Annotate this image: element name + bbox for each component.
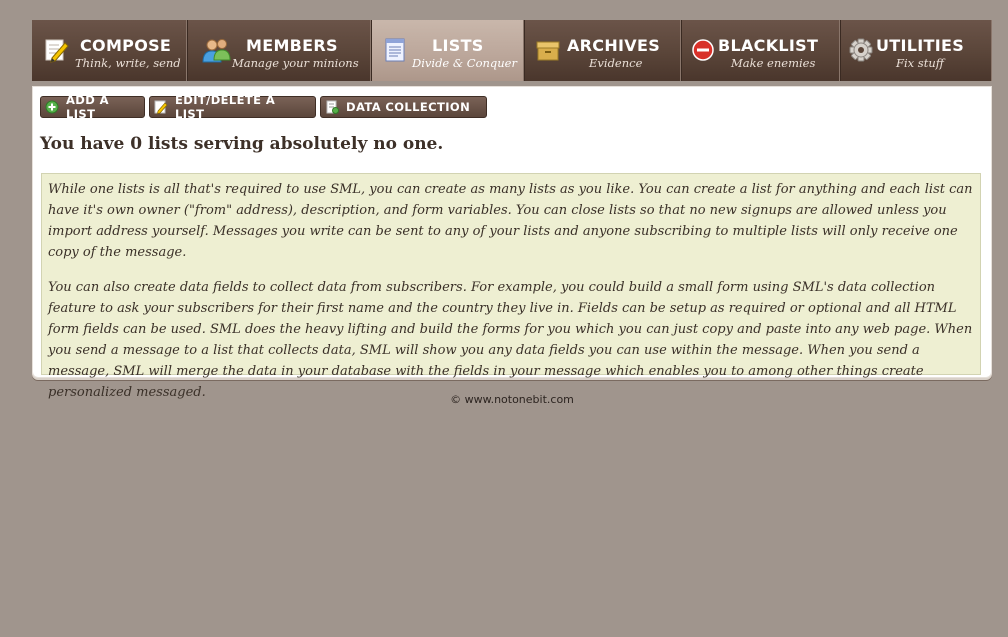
gear-icon <box>847 36 875 64</box>
tab-label: BLACKLIST <box>718 36 819 55</box>
tab-subtitle: Think, write, send <box>75 56 181 70</box>
main-nav: COMPOSE Think, write, send MEMBERS Manag… <box>32 20 992 81</box>
tab-members[interactable]: MEMBERS Manage your minions <box>187 20 371 81</box>
edit-delete-list-button[interactable]: EDIT/DELETE A LIST <box>149 93 316 121</box>
tab-subtitle: Evidence <box>589 56 643 70</box>
blacklist-icon <box>690 36 718 64</box>
tab-subtitle: Make enemies <box>731 56 816 70</box>
tab-label: UTILITIES <box>876 36 965 55</box>
tab-subtitle: Fix stuff <box>896 56 944 70</box>
app-container: COMPOSE Think, write, send MEMBERS Manag… <box>32 20 992 406</box>
edit-icon <box>154 100 168 114</box>
tab-subtitle: Divide & Conquer <box>412 56 517 70</box>
page-title: You have 0 lists serving absolutely no o… <box>40 134 444 154</box>
add-icon <box>45 100 59 114</box>
data-collection-icon <box>325 100 339 114</box>
tab-label: ARCHIVES <box>567 36 661 55</box>
copyright-footer: © www.notonebit.com <box>450 393 574 406</box>
info-paragraph: You can also create data fields to colle… <box>48 280 973 400</box>
tab-label: COMPOSE <box>80 36 172 55</box>
add-list-label: ADD A LIST <box>66 93 109 121</box>
data-collection-button[interactable]: DATA COLLECTION <box>320 96 487 118</box>
archives-icon <box>535 36 563 64</box>
tab-label: MEMBERS <box>246 36 338 55</box>
list-toolbar: ADD A LIST EDIT/DELETE A LIST DATA COLLE… <box>40 93 487 121</box>
tab-blacklist[interactable]: BLACKLIST Make enemies <box>681 20 840 81</box>
compose-icon <box>43 36 71 64</box>
data-collection-label: DATA COLLECTION <box>346 100 471 114</box>
content-panel: ADD A LIST EDIT/DELETE A LIST DATA COLLE… <box>32 86 992 400</box>
edit-delete-list-label: EDIT/DELETE A LIST <box>175 93 276 121</box>
tab-subtitle: Manage your minions <box>232 56 359 70</box>
tab-lists[interactable]: LISTS Divide & Conquer <box>371 20 524 81</box>
info-paragraph: While one lists is all that's required t… <box>48 182 973 260</box>
tab-archives[interactable]: ARCHIVES Evidence <box>524 20 681 81</box>
add-list-button[interactable]: ADD A LIST <box>40 93 145 121</box>
tab-compose[interactable]: COMPOSE Think, write, send <box>32 20 187 81</box>
tab-label: LISTS <box>432 36 484 55</box>
members-icon <box>201 36 231 64</box>
tab-utilities[interactable]: UTILITIES Fix stuff <box>840 20 992 81</box>
lists-icon <box>382 36 410 64</box>
info-box: While one lists is all that's required t… <box>41 173 981 400</box>
